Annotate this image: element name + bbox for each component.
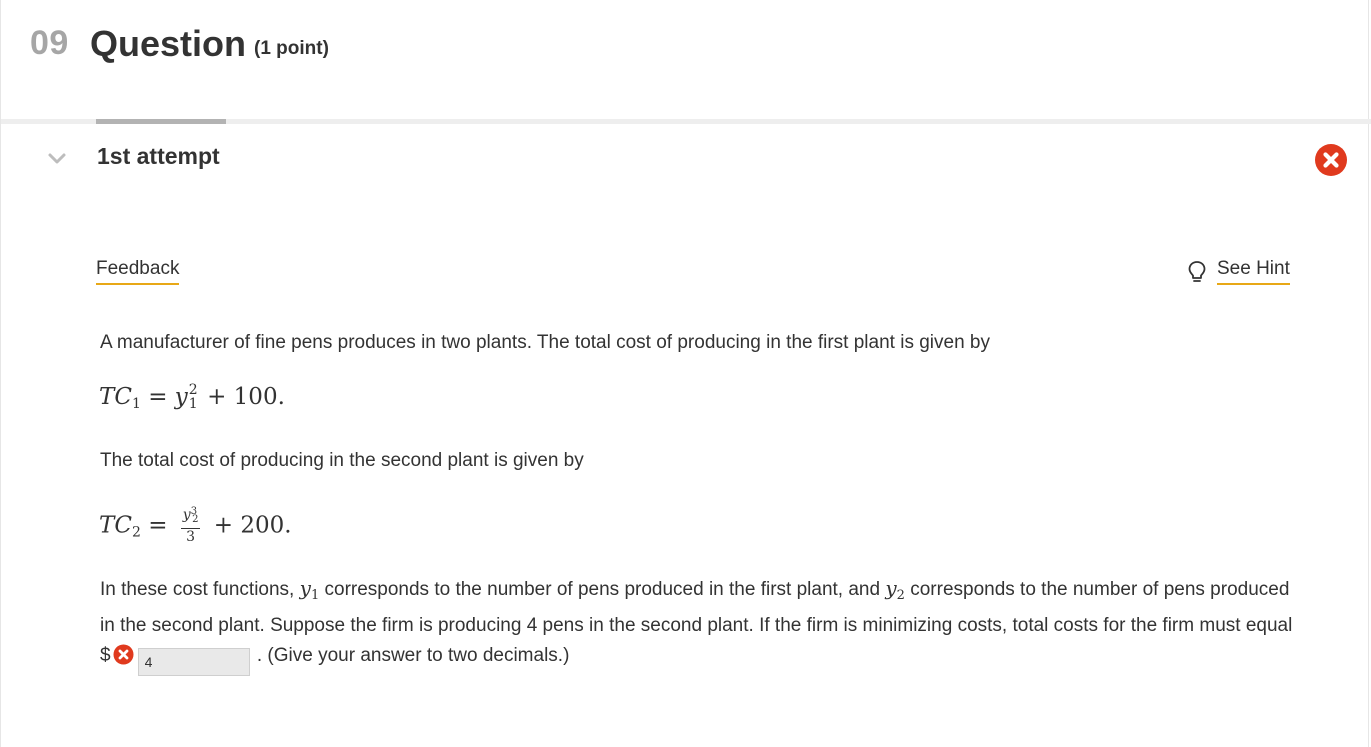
question-text-d: . (Give your answer to two decimals.): [251, 645, 570, 666]
eq2-denominator: 3: [186, 529, 196, 545]
eq1-rest: + 100.: [207, 384, 285, 410]
eq2-rest: + 200.: [213, 512, 292, 539]
problem-intro: A manufacturer of fine pens produces in …: [100, 332, 990, 353]
question-text-b: corresponds to the number of pens produc…: [319, 579, 886, 600]
attempt-title[interactable]: 1st attempt: [97, 143, 220, 170]
question-text: In these cost functions, y1 corresponds …: [100, 573, 1300, 676]
question-number: 09: [30, 24, 69, 62]
incorrect-x-icon: [1315, 144, 1347, 176]
attempt-tab-indicator: [96, 119, 226, 124]
lightbulb-icon: [1188, 261, 1206, 282]
eq2-equals: =: [148, 512, 168, 539]
see-hint-link[interactable]: See Hint: [1217, 258, 1290, 285]
eq1-var-scripts: 21: [188, 382, 200, 412]
chevron-down-icon[interactable]: [47, 149, 67, 169]
question-text-a: In these cost functions,: [100, 579, 300, 600]
eq1-var-sub: 1: [188, 396, 198, 412]
eq2-lhs: TC: [99, 512, 132, 539]
eq2-lhs-sub: 2: [131, 524, 141, 541]
question-header: 09 Question (1 point): [1, 0, 1371, 119]
inline-y2-sub: 2: [896, 588, 905, 603]
eq2-fraction: y32 3: [180, 504, 201, 545]
inline-y2: y2: [885, 576, 905, 603]
question-panel: 09 Question (1 point) 1st attempt Feedba…: [0, 0, 1371, 747]
answer-input[interactable]: [137, 648, 250, 676]
feedback-link[interactable]: Feedback: [96, 258, 180, 285]
question-title: Question: [90, 23, 247, 64]
inline-y1-sub: 1: [310, 588, 320, 603]
question-points: (1 point): [254, 38, 329, 59]
eq1-var: y: [174, 384, 188, 410]
eq1-lhs: TC: [99, 384, 132, 410]
eq2-num-sub: 2: [192, 514, 199, 525]
eq2-numerator: y32: [180, 504, 201, 529]
eq1-equals: =: [148, 384, 168, 410]
incorrect-answer-icon: [113, 644, 134, 665]
equation-tc2: TC2 = y32 3 + 200.: [99, 506, 292, 547]
inline-y1: y1: [299, 576, 320, 603]
eq2-num-var: y: [182, 507, 191, 523]
second-plant-text: The total cost of producing in the secon…: [100, 450, 584, 471]
equation-tc1: TC1 = y21 + 100.: [99, 382, 285, 412]
inline-y1-var: y: [299, 576, 311, 600]
inline-y2-var: y: [885, 576, 897, 600]
eq1-lhs-sub: 1: [131, 396, 141, 412]
